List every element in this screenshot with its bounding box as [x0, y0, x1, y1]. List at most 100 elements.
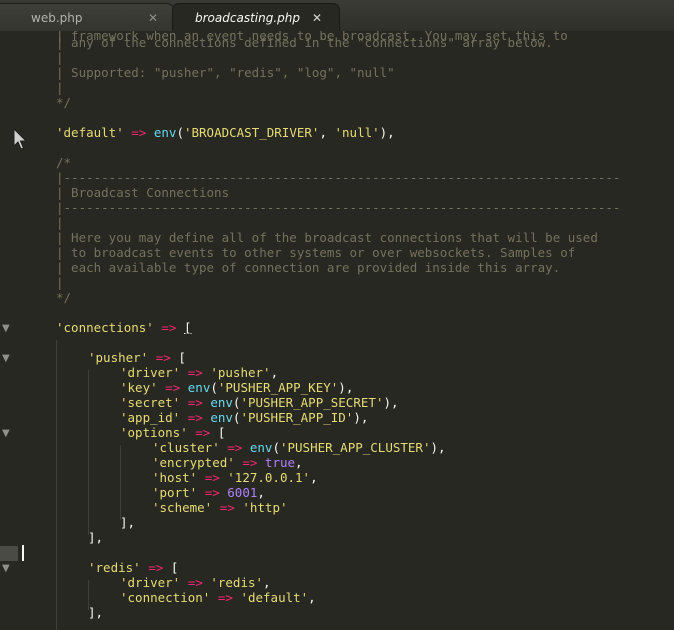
text-caret	[22, 545, 24, 561]
code-line: 'key' => env('PUSHER_APP_KEY'),	[120, 380, 354, 395]
code-line: */	[56, 290, 72, 305]
operator: =>	[195, 425, 211, 440]
indent-guide	[88, 370, 89, 535]
string: 'PUSHER_APP_KEY'	[217, 380, 339, 395]
array-key: 'encrypted'	[152, 455, 235, 470]
string: 'redis'	[210, 575, 264, 590]
operator: =>	[204, 485, 220, 500]
code-line: |---------------------------------------…	[56, 200, 621, 215]
close-icon[interactable]: ✕	[148, 4, 158, 31]
function-name: env	[210, 395, 233, 410]
operator: =>	[148, 560, 164, 575]
fold-arrow-icon[interactable]: ▼	[2, 561, 10, 576]
tab-broadcasting-php[interactable]: broadcasting.php ✕	[172, 3, 340, 31]
code-line: 'connection' => 'default',	[120, 590, 316, 605]
operator: =>	[242, 455, 258, 470]
code-line: | to broadcast events to other systems o…	[56, 245, 576, 260]
code-line: 'driver' => 'pusher',	[120, 365, 278, 380]
code-line: 'port' => 6001,	[152, 485, 265, 500]
fold-arrow-icon[interactable]: ▼	[2, 321, 10, 336]
code-line: | each available type of connection are …	[56, 260, 561, 275]
string: 'BROADCAST_DRIVER'	[183, 125, 320, 140]
operator: =>	[187, 365, 203, 380]
array-key: 'scheme'	[152, 500, 213, 515]
array-key: 'driver'	[120, 365, 181, 380]
array-key: 'options'	[120, 425, 188, 440]
code-line: 'connections' => [	[56, 320, 192, 335]
operator: =>	[217, 590, 233, 605]
bracket: [	[217, 425, 226, 440]
tab-web-php[interactable]: web.php ✕	[0, 3, 174, 31]
code-line: | any of the connections defined in the …	[56, 35, 553, 50]
operator: =>	[155, 350, 171, 365]
string: 'PUSHER_APP_ID'	[240, 410, 354, 425]
code-line: |	[56, 215, 64, 230]
code-line: |---------------------------------------…	[56, 170, 621, 185]
punctuation: (	[176, 125, 184, 140]
tab-bar: web.php ✕ broadcasting.php ✕	[0, 0, 674, 31]
function-name: env	[153, 125, 177, 140]
code-editor[interactable]: ▼ ▼ ▼ ▼ | framework when an event needs …	[0, 31, 674, 630]
operator: =>	[187, 410, 203, 425]
code-line: */	[56, 95, 72, 110]
code-line: | Supported: "pusher", "redis", "log", "…	[56, 65, 395, 80]
punctuation: ,	[308, 590, 316, 605]
code-line: 'driver' => 'redis',	[120, 575, 271, 590]
tab-label: broadcasting.php	[195, 11, 300, 25]
array-key: 'default'	[56, 125, 124, 140]
function-name: env	[187, 380, 211, 395]
code-line: |	[56, 80, 64, 95]
punctuation: ),	[353, 410, 369, 425]
code-line: | Broadcast Connections	[56, 185, 230, 200]
array-key: 'secret'	[120, 395, 181, 410]
string: 'pusher'	[210, 365, 271, 380]
operator: =>	[227, 440, 243, 455]
operator: =>	[187, 575, 203, 590]
punctuation: ,	[270, 365, 279, 380]
string: 'PUSHER_APP_SECRET'	[240, 395, 384, 410]
punctuation: ,	[310, 470, 318, 485]
code-line: 'secret' => env('PUSHER_APP_SECRET'),	[120, 395, 399, 410]
array-key: 'cluster'	[152, 440, 220, 455]
boolean-literal: true	[264, 455, 296, 470]
operator: =>	[204, 470, 220, 485]
indent-guide	[56, 340, 57, 630]
indent-guide	[120, 445, 121, 520]
string: 'null'	[334, 125, 380, 140]
punctuation: ),	[430, 440, 446, 455]
code-line: 'cluster' => env('PUSHER_APP_CLUSTER'),	[152, 440, 446, 455]
array-key: 'driver'	[120, 575, 181, 590]
array-key: 'app_id'	[120, 410, 181, 425]
code-line: 'redis' => [	[88, 560, 178, 575]
operator: =>	[131, 125, 147, 140]
number-literal: 6001	[227, 485, 258, 500]
function-name: env	[249, 440, 273, 455]
punctuation: ),	[338, 380, 354, 395]
code-line: 'pusher' => [	[88, 350, 186, 365]
code-line: |	[56, 275, 64, 290]
string: 'default'	[240, 590, 309, 605]
code-line: |	[56, 50, 64, 65]
tab-label: web.php	[31, 11, 83, 25]
code-line: 'app_id' => env('PUSHER_APP_ID'),	[120, 410, 369, 425]
punctuation: ,	[319, 125, 335, 140]
operator: =>	[219, 500, 235, 515]
operator: =>	[161, 320, 177, 335]
code-line: 'encrypted' => true,	[152, 455, 303, 470]
code-line: 'options' => [	[120, 425, 225, 440]
punctuation: ),	[383, 395, 399, 410]
close-icon[interactable]: ✕	[312, 4, 322, 31]
bracket: [	[183, 320, 192, 335]
bracket: [	[170, 560, 179, 575]
code-line: ],	[120, 515, 136, 530]
fold-arrow-icon[interactable]: ▼	[2, 351, 10, 366]
function-name: env	[210, 410, 233, 425]
string: '127.0.0.1'	[227, 470, 311, 485]
code-line: ],	[88, 530, 104, 545]
punctuation: ,	[257, 485, 265, 500]
fold-arrow-icon[interactable]: ▼	[2, 426, 10, 441]
punctuation: ,	[295, 455, 303, 470]
array-key: 'key'	[120, 380, 158, 395]
punctuation: ),	[379, 125, 395, 140]
mouse-pointer-icon	[13, 128, 27, 150]
